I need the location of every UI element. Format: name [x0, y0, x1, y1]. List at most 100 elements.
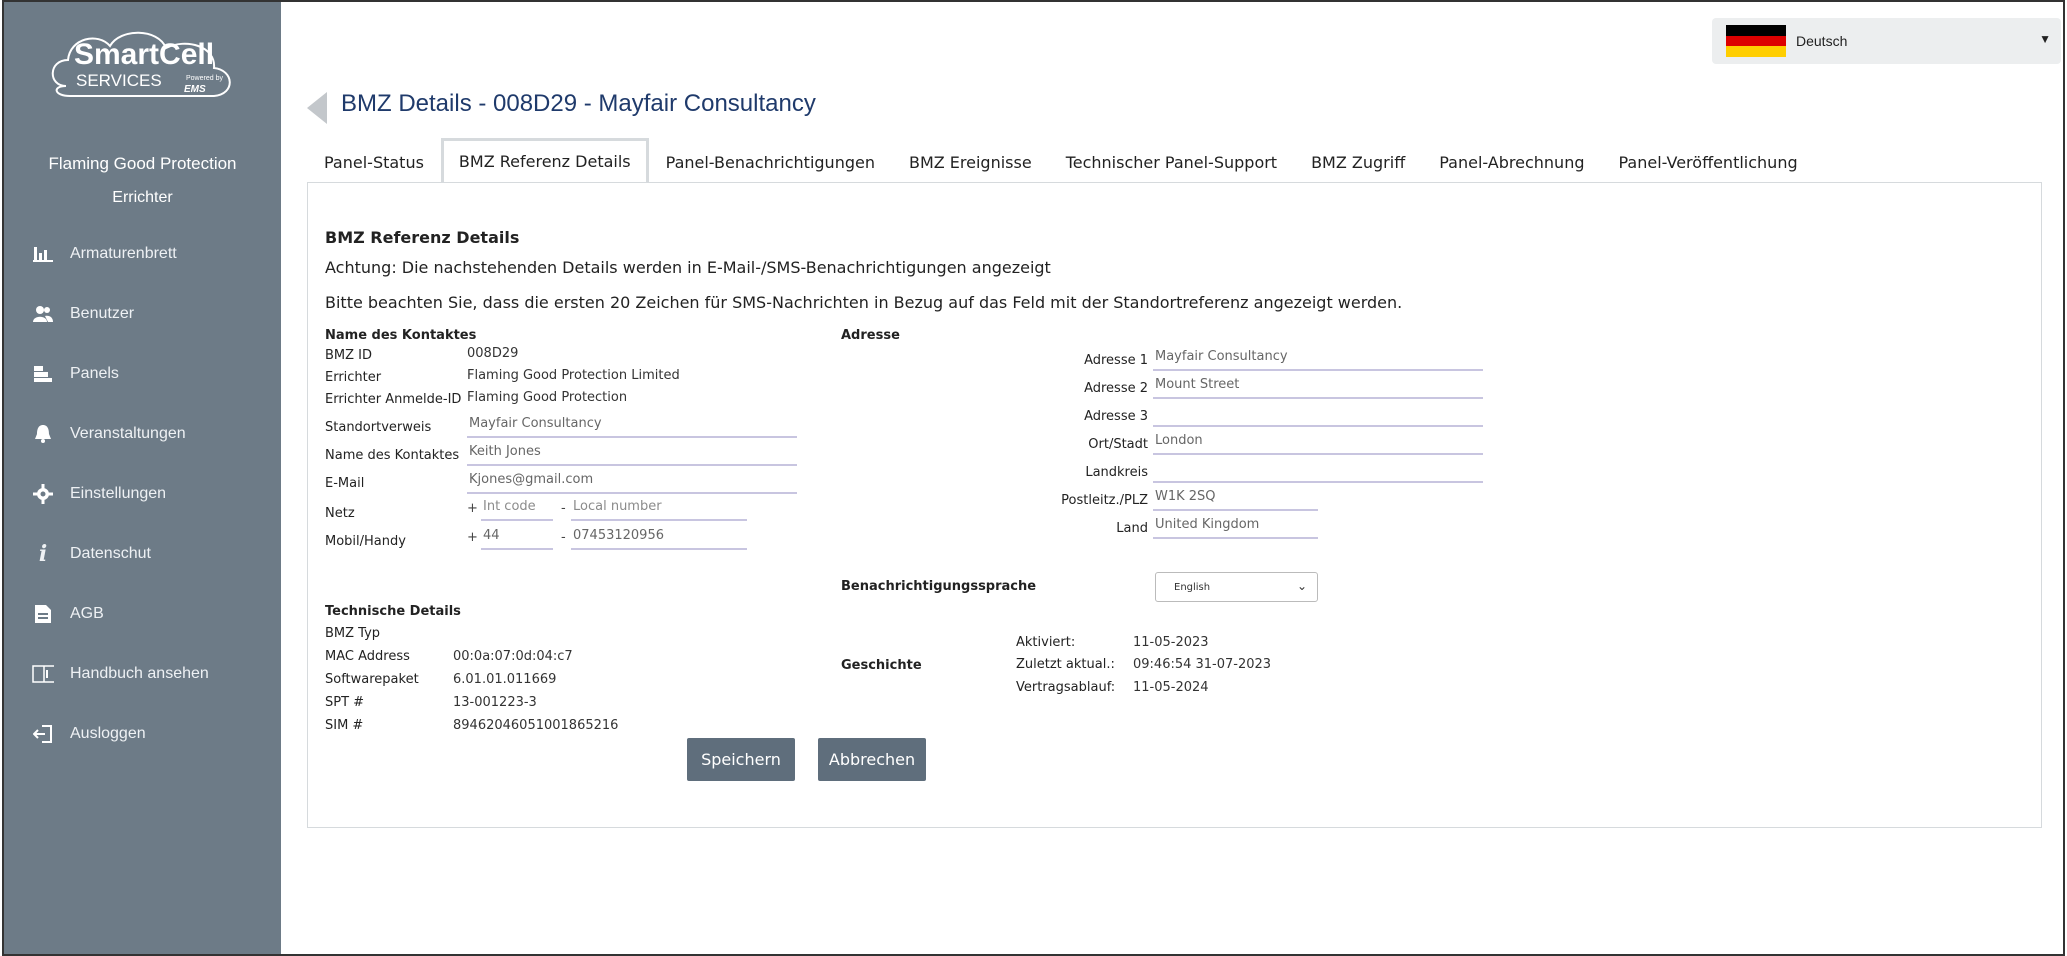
software-label: Softwarepaket [325, 672, 419, 687]
sim-value: 89462046051001865216 [453, 718, 619, 733]
spt-value: 13-001223-3 [453, 695, 537, 710]
city-field[interactable]: London [1153, 433, 1483, 455]
logo-services-text: SERVICES [76, 71, 162, 90]
logout-icon [32, 723, 54, 745]
notice-email-sms: Achtung: Die nachstehenden Details werde… [325, 258, 1051, 277]
spt-label: SPT # [325, 695, 365, 710]
user-role: Errichter [112, 189, 173, 206]
sidebar-item-label: Ausloggen [70, 725, 146, 742]
sidebar-item-handbuch[interactable]: Handbuch ansehen [4, 650, 281, 698]
tab-technischer-panel-support[interactable]: Technischer Panel-Support [1049, 142, 1294, 182]
mac-label: MAC Address [325, 649, 410, 664]
sidebar: SmartCell SERVICES Powered by EMS Flamin… [4, 2, 281, 954]
tab-panel-abrechnung[interactable]: Panel-Abrechnung [1422, 142, 1601, 182]
net-number-field[interactable]: Local number [571, 499, 747, 521]
sidebar-item-ausloggen[interactable]: Ausloggen [4, 710, 281, 758]
net-label: Netz [325, 506, 355, 521]
tab-panel-veroeffentlichung[interactable]: Panel-Veröffentlichung [1602, 142, 1815, 182]
company-name: Flaming Good Protection [48, 154, 237, 173]
section-title: BMZ Referenz Details [325, 228, 520, 247]
contract-expiry-value: 11-05-2024 [1133, 680, 1209, 695]
logo-powered-text: Powered by [186, 75, 223, 82]
site-reference-label: Standortverweis [325, 420, 432, 435]
notification-language-label: Benachrichtigungssprache [841, 579, 1037, 594]
errichter-label: Errichter [325, 370, 382, 385]
info-icon: i [38, 541, 48, 567]
cancel-button[interactable]: Abbrechen [818, 738, 926, 781]
sidebar-item-label: Einstellungen [70, 485, 167, 502]
address3-field[interactable] [1153, 405, 1483, 427]
sidebar-item-agb[interactable]: AGB [4, 590, 281, 638]
errichter-login-value: Flaming Good Protection [467, 390, 628, 405]
sidebar-item-benutzer[interactable]: Benutzer [4, 290, 281, 338]
address-heading: Adresse [841, 328, 900, 343]
bmz-type-label: BMZ Typ [325, 626, 381, 641]
users-icon [32, 303, 54, 325]
sidebar-item-einstellungen[interactable]: Einstellungen [4, 470, 281, 518]
sidebar-item-label: Panels [70, 365, 119, 382]
logo-brand-text: EMS [184, 84, 206, 95]
smartcell-logo[interactable]: SmartCell SERVICES Powered by EMS [46, 24, 246, 114]
contact-heading: Name des Kontaktes [325, 328, 477, 343]
net-plus: + [467, 501, 478, 516]
contract-expiry-label: Vertragsablauf: [1016, 680, 1116, 695]
sidebar-item-label: Armaturenbrett [70, 245, 177, 262]
panels-icon [32, 363, 54, 385]
chevron-down-icon: ⌄ [1296, 579, 1307, 593]
notice-sms-chars: Bitte beachten Sie, dass die ersten 20 Z… [325, 293, 1403, 312]
bell-icon [32, 423, 54, 445]
postcode-field[interactable]: W1K 2SQ [1153, 489, 1318, 511]
tab-panel-status[interactable]: Panel-Status [307, 142, 441, 182]
page-title: BMZ Details - 008D29 - Mayfair Consultan… [341, 90, 816, 117]
logo-smartcell-text: SmartCell [74, 38, 214, 71]
contact-name-field[interactable]: Keith Jones [467, 444, 797, 466]
notification-language-select[interactable]: English ⌄ [1155, 572, 1318, 602]
email-field[interactable]: Kjones@gmail.com [467, 472, 797, 494]
tab-panel-benachrichtigungen[interactable]: Panel-Benachrichtigungen [649, 142, 892, 182]
bmz-id-value: 008D29 [467, 346, 519, 361]
software-value: 6.01.01.011669 [453, 672, 557, 687]
last-updated-label: Zuletzt aktual.: [1016, 657, 1115, 672]
country-field[interactable]: United Kingdom [1153, 517, 1318, 539]
net-code-field[interactable]: Int code [481, 499, 553, 521]
sidebar-item-veranstaltungen[interactable]: Veranstaltungen [4, 410, 281, 458]
german-flag-icon [1726, 25, 1786, 58]
mobile-number-field[interactable]: 07453120956 [571, 528, 747, 550]
activated-label: Aktiviert: [1016, 635, 1076, 650]
back-arrow-icon[interactable] [307, 92, 327, 124]
language-select[interactable]: Deutsch ▼ [1712, 18, 2061, 64]
tab-bmz-ereignisse[interactable]: BMZ Ereignisse [892, 142, 1049, 182]
tab-bmz-zugriff[interactable]: BMZ Zugriff [1294, 142, 1422, 182]
sidebar-item-label: Datenschut [70, 545, 151, 562]
book-icon [32, 663, 54, 685]
document-icon [32, 603, 54, 625]
sidebar-item-datenschut[interactable]: i Datenschut [4, 530, 281, 578]
country-label: Land [1116, 521, 1148, 536]
errichter-value: Flaming Good Protection Limited [467, 368, 680, 383]
mobile-code-field[interactable]: 44 [481, 528, 553, 550]
tab-bmz-referenz-details[interactable]: BMZ Referenz Details [440, 138, 649, 182]
app-window: SmartCell SERVICES Powered by EMS Flamin… [2, 0, 2065, 956]
language-value: Deutsch [1796, 33, 1848, 49]
address3-label: Adresse 3 [1084, 409, 1148, 424]
technical-heading: Technische Details [325, 604, 461, 619]
sidebar-item-panels[interactable]: Panels [4, 350, 281, 398]
county-field[interactable] [1153, 461, 1483, 483]
save-button[interactable]: Speichern [687, 738, 795, 781]
history-heading: Geschichte [841, 658, 922, 673]
notification-language-value: English [1174, 581, 1211, 593]
address2-field[interactable]: Mount Street [1153, 377, 1483, 399]
sidebar-item-label: Benutzer [70, 305, 135, 322]
net-dash: - [561, 501, 566, 516]
email-label: E-Mail [325, 476, 365, 491]
errichter-login-label: Errichter Anmelde-ID [325, 392, 462, 407]
site-reference-field[interactable]: Mayfair Consultancy [467, 416, 797, 438]
mobile-label: Mobil/Handy [325, 534, 406, 549]
mac-value: 00:0a:07:0d:04:c7 [453, 649, 573, 664]
sidebar-item-armaturenbrett[interactable]: Armaturenbrett [4, 230, 281, 278]
sidebar-item-label: Handbuch ansehen [70, 665, 209, 682]
address1-field[interactable]: Mayfair Consultancy [1153, 349, 1483, 371]
last-updated-value: 09:46:54 31-07-2023 [1133, 657, 1272, 672]
sidebar-item-label: Veranstaltungen [70, 425, 186, 442]
content-panel: BMZ Referenz Details Achtung: Die nachst… [307, 182, 2042, 828]
